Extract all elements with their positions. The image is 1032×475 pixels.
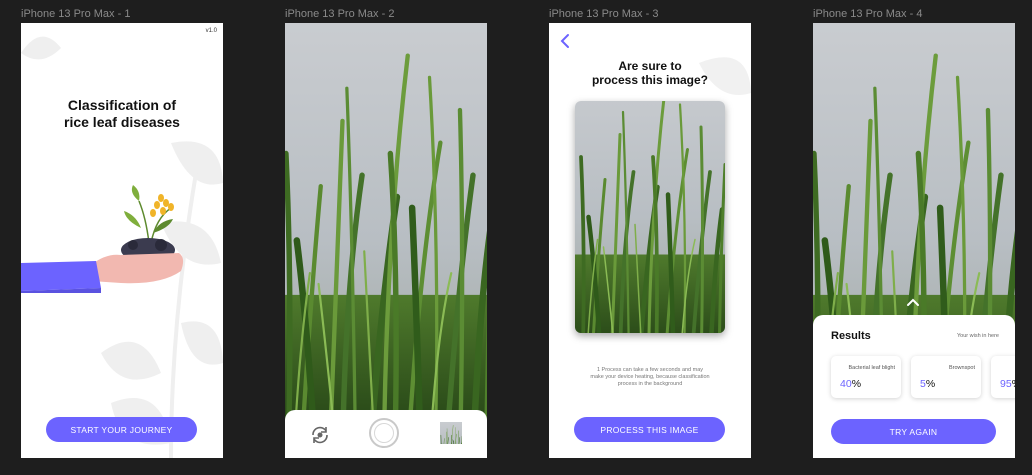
screen-camera [285, 23, 487, 458]
start-journey-button[interactable]: START YOUR JOURNEY [46, 417, 197, 442]
result-card[interactable]: Brownspot 5% [911, 356, 981, 398]
hand-plant-illustration [21, 185, 184, 293]
disease-percentage: 95% [1000, 378, 1015, 390]
frame-label-1: iPhone 13 Pro Max - 1 [21, 8, 131, 20]
chevron-up-icon[interactable] [906, 297, 920, 307]
version-label: v1.0 [205, 28, 217, 34]
confirm-title: Are sure to process this image? [591, 59, 709, 87]
frame-label-2: iPhone 13 Pro Max - 2 [285, 8, 395, 20]
camera-controls-bar [285, 410, 487, 458]
disease-percentage: 5% [920, 378, 936, 390]
screen-confirm: Are sure to process this image? 1 Proces… [549, 23, 751, 458]
image-preview [575, 101, 725, 333]
flip-camera-icon[interactable] [309, 424, 331, 446]
disease-name: Bacterial leaf blight [848, 365, 895, 371]
disease-percentage: 40% [840, 378, 862, 390]
app-title: Classification of rice leaf diseases [64, 97, 180, 130]
shutter-button[interactable] [369, 418, 399, 448]
processing-note: 1 Process can take a few seconds and may… [590, 367, 710, 387]
screen-results: Results Your wish in here Bacterial leaf… [813, 23, 1015, 458]
result-card[interactable]: 95% [991, 356, 1015, 398]
try-again-button[interactable]: TRY AGAIN [831, 419, 996, 444]
frame-label-4: iPhone 13 Pro Max - 4 [813, 8, 923, 20]
disease-name: Brownspot [949, 365, 975, 371]
result-card[interactable]: Bacterial leaf blight 40% [831, 356, 901, 398]
camera-preview [285, 23, 487, 458]
process-image-button[interactable]: PROCESS THIS IMAGE [574, 417, 725, 442]
results-title: Results [831, 330, 871, 342]
wish-text: Your wish in here [957, 333, 999, 339]
gallery-thumbnail[interactable] [440, 422, 462, 444]
frame-label-3: iPhone 13 Pro Max - 3 [549, 8, 659, 20]
back-arrow-icon[interactable] [559, 33, 571, 49]
screen-welcome: v1.0 Classification of rice leaf disease… [21, 23, 223, 458]
results-sheet: Results Your wish in here Bacterial leaf… [813, 298, 1015, 458]
